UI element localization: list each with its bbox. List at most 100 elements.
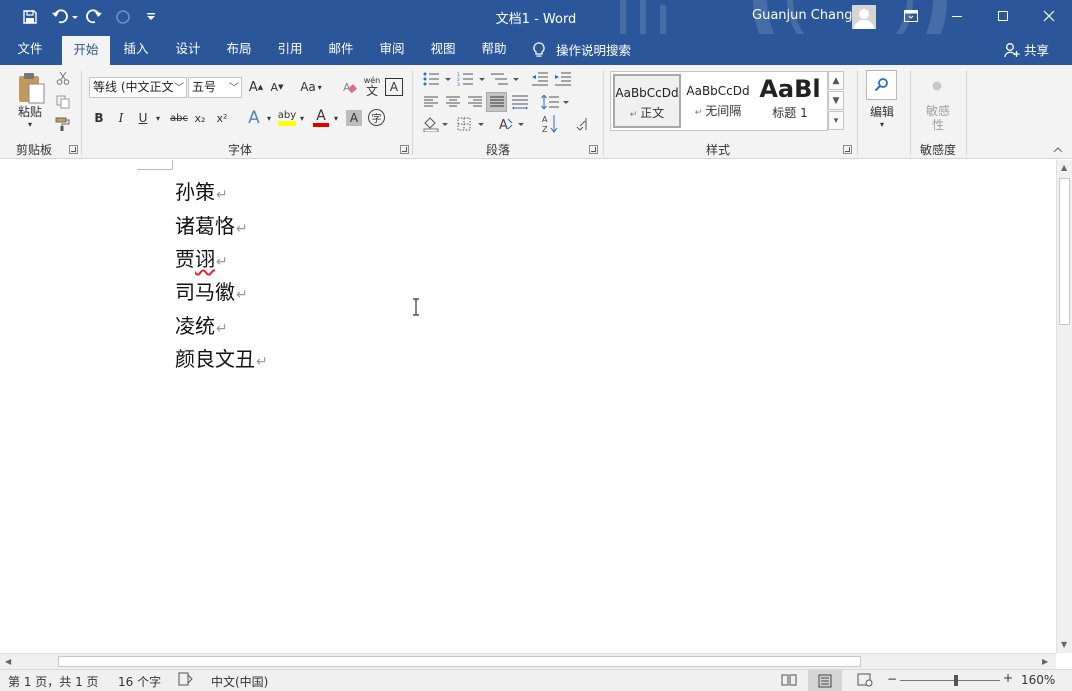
maximize-button[interactable] <box>980 0 1026 32</box>
paste-button[interactable]: 粘贴 <box>10 103 50 119</box>
print-layout-icon[interactable] <box>808 670 842 691</box>
phonetic-guide-button[interactable]: wén 文 <box>362 75 382 97</box>
change-case-button[interactable]: Aa ▾ <box>296 78 326 96</box>
align-center-icon[interactable] <box>444 93 462 111</box>
zoom-level[interactable]: 160% <box>1021 673 1055 687</box>
highlight-button[interactable]: aby <box>277 107 297 129</box>
tab-help[interactable]: 帮助 <box>472 34 516 65</box>
numbering-icon[interactable]: 123 <box>456 70 486 88</box>
bullets-icon[interactable] <box>422 70 452 88</box>
scroll-right-icon[interactable]: ▶ <box>1042 657 1048 666</box>
format-painter-icon[interactable] <box>54 115 72 133</box>
copy-icon[interactable] <box>54 93 72 111</box>
tab-references[interactable]: 引用 <box>268 34 312 65</box>
horizontal-scrollbar[interactable]: ◀ ▶ <box>0 653 1056 669</box>
enclose-characters-button[interactable]: 字 <box>368 109 385 126</box>
styles-scroll-down-icon[interactable]: ▼ <box>828 91 844 110</box>
word-count[interactable]: 16 个字 <box>118 673 161 690</box>
font-color-button[interactable]: A <box>311 107 331 129</box>
editing-dropdown-icon[interactable]: ▾ <box>877 119 887 129</box>
cut-icon[interactable] <box>54 69 72 87</box>
bold-button[interactable]: B <box>92 109 106 127</box>
web-layout-icon[interactable] <box>857 673 873 690</box>
ribbon-display-options-icon[interactable] <box>888 0 934 32</box>
align-left-icon[interactable] <box>422 93 440 111</box>
zoom-slider-thumb[interactable] <box>954 675 958 686</box>
clipboard-launcher-icon[interactable] <box>69 145 78 154</box>
increase-indent-icon[interactable] <box>553 70 573 88</box>
share-button[interactable]: 共享 <box>1004 34 1049 65</box>
language-indicator[interactable]: 中文(中国) <box>211 673 268 690</box>
shrink-font-button[interactable]: A ▼ <box>268 78 286 96</box>
minimize-button[interactable] <box>934 0 980 32</box>
document-area[interactable]: 孙策↵ 诸葛恪↵ 贾诩贾诩↵ 司马徽↵ 凌统↵ 颜良文丑↵ <box>0 160 1056 653</box>
justify-icon[interactable] <box>486 92 507 112</box>
style-heading-1[interactable]: AaBl 标题 1 <box>757 74 823 128</box>
page-count[interactable]: 第 1 页，共 1 页 <box>8 673 99 690</box>
borders-icon[interactable] <box>456 115 486 133</box>
paste-dropdown-icon[interactable]: ▾ <box>24 119 36 129</box>
italic-button[interactable]: I <box>114 109 128 127</box>
multilevel-list-icon[interactable] <box>490 70 520 88</box>
tab-review[interactable]: 审阅 <box>370 34 414 65</box>
zoom-in-button[interactable]: + <box>1003 671 1013 685</box>
style-no-spacing[interactable]: AaBbCcDd ↵ 无间隔 <box>685 74 751 128</box>
tab-insert[interactable]: 插入 <box>114 34 158 65</box>
tab-mailings[interactable]: 邮件 <box>319 34 363 65</box>
line-spacing-icon[interactable] <box>540 93 570 111</box>
show-hide-marks-icon[interactable] <box>574 115 590 133</box>
scroll-down-icon[interactable]: ▼ <box>1061 640 1067 649</box>
strikethrough-button[interactable]: abc <box>168 109 190 127</box>
character-shading-button[interactable]: A <box>346 110 362 126</box>
paste-icon[interactable] <box>14 71 48 105</box>
document-line[interactable]: 诸葛恪↵ <box>175 210 248 239</box>
proofing-icon[interactable] <box>178 672 194 689</box>
font-launcher-icon[interactable] <box>400 145 409 154</box>
text-effects-button[interactable]: A <box>244 107 264 129</box>
user-avatar[interactable] <box>852 5 876 29</box>
tab-view[interactable]: 视图 <box>421 34 465 65</box>
scroll-left-icon[interactable]: ◀ <box>5 657 11 666</box>
document-line[interactable]: 颜良文丑↵ <box>175 343 268 372</box>
document-line[interactable]: 凌统↵ <box>175 310 228 339</box>
vertical-scrollbar[interactable]: ▲ ▼ <box>1056 160 1072 653</box>
scroll-up-icon[interactable]: ▲ <box>1061 163 1067 172</box>
grow-font-button[interactable]: A ▲ <box>247 78 265 96</box>
underline-button[interactable]: U <box>136 109 150 127</box>
read-mode-icon[interactable] <box>781 673 797 690</box>
tab-layout[interactable]: 布局 <box>217 34 261 65</box>
superscript-button[interactable]: x² <box>214 109 230 127</box>
zoom-out-button[interactable]: − <box>887 672 897 686</box>
shading-icon[interactable] <box>422 115 450 133</box>
text-effects-dropdown-icon[interactable]: ▾ <box>264 111 274 125</box>
user-name[interactable]: Guanjun Chang <box>752 8 853 23</box>
horizontal-scroll-thumb[interactable] <box>58 656 861 667</box>
document-line[interactable]: 贾诩贾诩↵ <box>175 243 228 272</box>
styles-launcher-icon[interactable] <box>843 145 852 154</box>
font-size-combo[interactable]: 五号 ﹀ <box>188 77 242 98</box>
sort-icon[interactable]: AZ <box>540 113 560 135</box>
subscript-button[interactable]: x₂ <box>192 109 208 127</box>
font-color-dropdown-icon[interactable]: ▾ <box>331 111 341 125</box>
font-name-combo[interactable]: 等线 (中文正文 ﹀ <box>89 77 187 98</box>
paragraph-launcher-icon[interactable] <box>589 145 598 154</box>
editing-button[interactable]: 编辑 <box>862 103 902 119</box>
tab-file[interactable]: 文件 <box>8 34 52 65</box>
tell-me-search[interactable]: 操作说明搜索 <box>532 34 631 65</box>
vertical-scroll-thumb[interactable] <box>1059 178 1070 325</box>
styles-gallery[interactable]: AaBbCcDd ↵ 正文 AaBbCcDd ↵ 无间隔 AaBl 标题 1 <box>610 71 828 131</box>
find-icon[interactable] <box>866 70 897 100</box>
clear-formatting-icon[interactable]: A <box>340 77 360 97</box>
decrease-indent-icon[interactable] <box>530 70 550 88</box>
styles-more-icon[interactable]: ▾ <box>828 111 844 130</box>
zoom-slider[interactable] <box>900 680 1000 681</box>
distributed-icon[interactable] <box>510 93 530 111</box>
character-border-button[interactable]: A <box>385 78 403 96</box>
collapse-ribbon-icon[interactable] <box>1052 145 1064 155</box>
document-line[interactable]: 孙策↵ <box>175 176 228 205</box>
style-normal[interactable]: AaBbCcDd ↵ 正文 <box>613 74 681 128</box>
asian-layout-icon[interactable]: A <box>498 114 526 134</box>
styles-scroll-up-icon[interactable]: ▲ <box>828 71 844 90</box>
tab-home[interactable]: 开始 <box>62 36 110 65</box>
underline-dropdown-icon[interactable]: ▾ <box>153 111 163 125</box>
